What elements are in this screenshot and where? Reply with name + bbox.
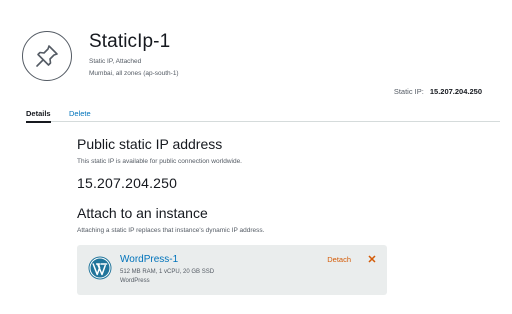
tab-details[interactable]: Details (26, 108, 51, 123)
public-ip-description: This static IP is available for public c… (77, 158, 242, 165)
public-ip-heading: Public static IP address (77, 136, 223, 152)
instance-name-link[interactable]: WordPress-1 (120, 254, 178, 265)
instance-blueprint: WordPress (120, 278, 150, 284)
instance-specs: 512 MB RAM, 1 vCPU, 20 GB SSD (120, 269, 215, 275)
attach-heading: Attach to an instance (77, 205, 208, 221)
static-ip-label: Static IP: (393, 87, 424, 96)
static-ip-detail-page: StaticIp-1 Static IP, Attached Mumbai, a… (0, 0, 512, 314)
attached-instance-card: WordPress-1 512 MB RAM, 1 vCPU, 20 GB SS… (77, 245, 387, 295)
status-text: Static IP, Attached (89, 58, 142, 65)
location-text: Mumbai, all zones (ap-south-1) (89, 70, 179, 77)
page-title: StaticIp-1 (89, 31, 171, 52)
attach-description: Attaching a static IP replaces that inst… (77, 227, 265, 234)
tab-delete[interactable]: Delete (69, 108, 91, 119)
public-ip-address: 15.207.204.250 (77, 175, 178, 191)
static-ip-summary: Static IP: 15.207.204.250 (394, 87, 482, 96)
pin-icon (22, 31, 72, 81)
wordpress-logo (88, 256, 112, 280)
static-ip-value: 15.207.204.250 (429, 87, 482, 96)
detach-button[interactable]: Detach (327, 255, 351, 264)
tab-bar: Details Delete (26, 108, 500, 123)
close-icon[interactable]: ✕ (366, 253, 378, 266)
